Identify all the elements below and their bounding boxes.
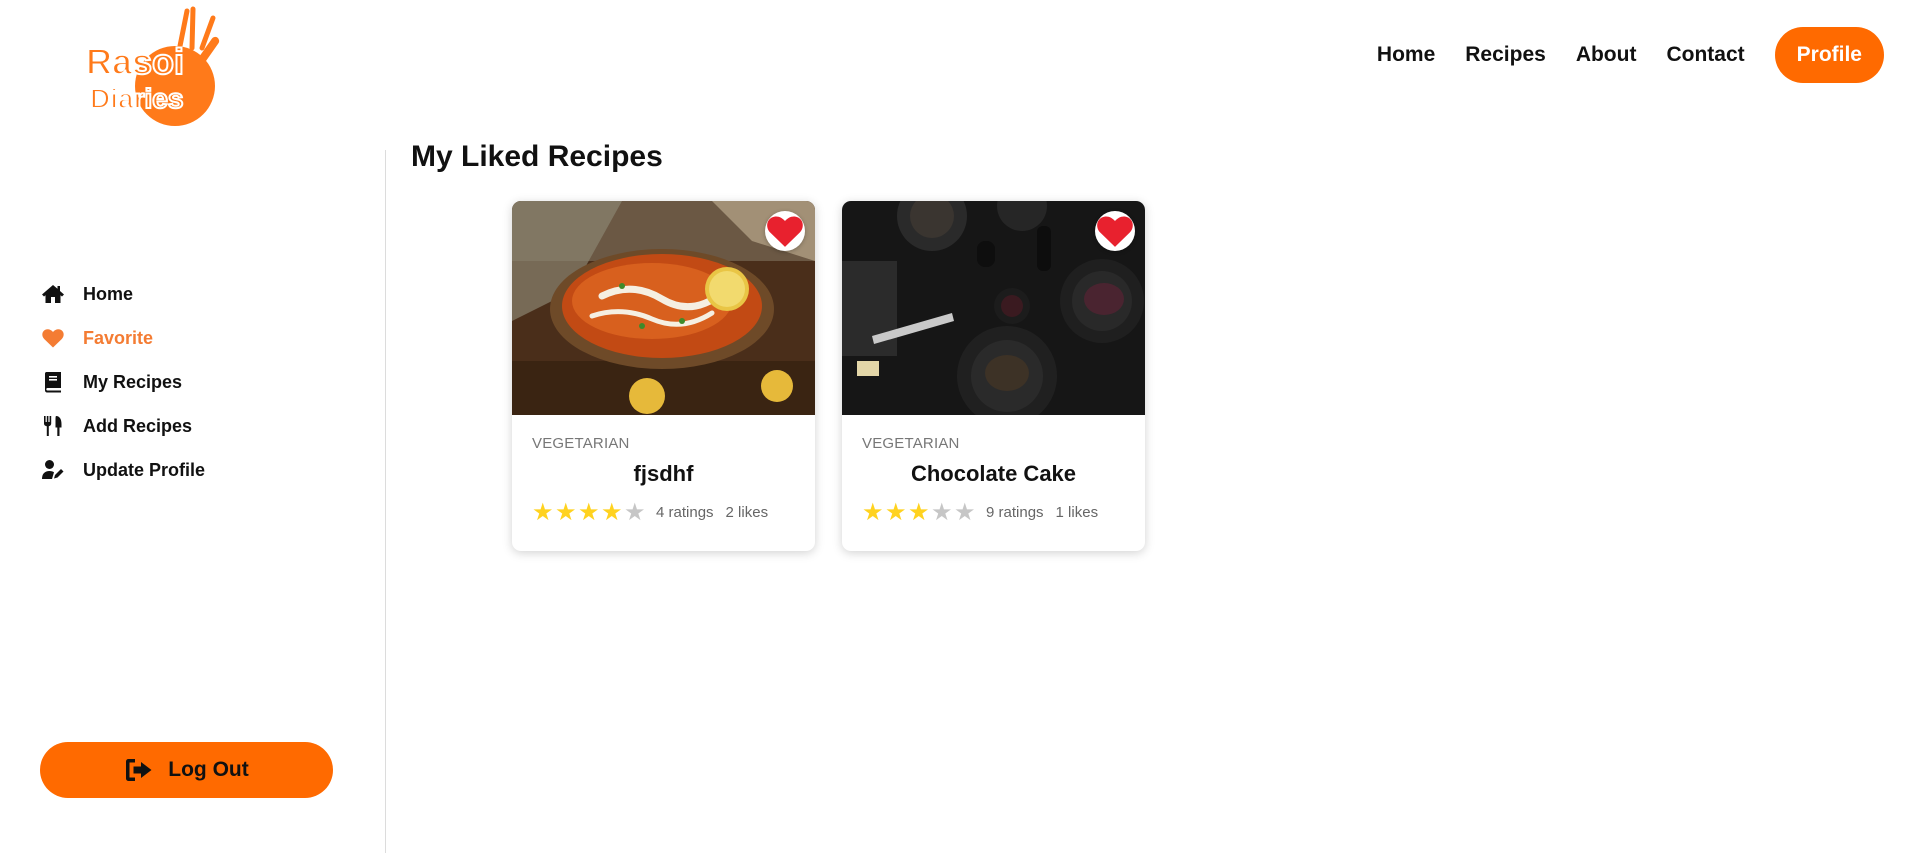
sidebar-item-home[interactable]: Home: [40, 272, 205, 316]
brand-logo[interactable]: Rasoi Diaries: [80, 6, 240, 131]
star-filled-icon: ★: [532, 498, 554, 526]
likes-count: 2 likes: [725, 503, 769, 521]
heart-filled-icon: [767, 216, 803, 247]
book-icon: [40, 369, 66, 395]
heart-filled-icon: [1097, 216, 1133, 247]
nav-home-link[interactable]: Home: [1377, 43, 1435, 67]
likes-count: 1 likes: [1055, 503, 1099, 521]
top-nav: Home Recipes About Contact Profile: [1347, 27, 1884, 83]
star-filled-icon: ★: [908, 498, 930, 526]
recipe-title: fjsdhf: [633, 461, 694, 486]
like-button[interactable]: [1095, 211, 1135, 251]
sidebar-item-my-recipes[interactable]: My Recipes: [40, 360, 205, 404]
logout-label: Log Out: [168, 758, 249, 781]
nav-about-link[interactable]: About: [1576, 43, 1637, 67]
sign-out-icon: [124, 755, 154, 785]
recipe-card-list: VEGETARIAN fjsdhf ★ ★ ★ ★ ★ 4 ratings 2 like…: [512, 201, 1145, 551]
page-title: My Liked Recipes: [411, 140, 663, 173]
star-rating: ★ ★ ★ ★ ★: [862, 500, 977, 524]
star-rating: ★ ★ ★ ★ ★: [532, 500, 647, 524]
utensils-icon: [40, 413, 66, 439]
star-filled-icon: ★: [578, 498, 600, 526]
star-filled-icon: ★: [601, 498, 623, 526]
star-filled-icon: ★: [862, 498, 884, 526]
recipe-card[interactable]: VEGETARIAN fjsdhf ★ ★ ★ ★ ★ 4 ratings 2 like…: [512, 201, 815, 551]
sidebar-item-add-recipes[interactable]: Add Recipes: [40, 404, 205, 448]
recipe-image: [842, 201, 1145, 415]
sidebar-item-label: My Recipes: [83, 371, 183, 392]
recipe-title: Chocolate Cake: [910, 461, 1077, 486]
like-button[interactable]: [765, 211, 805, 251]
nav-contact-link[interactable]: Contact: [1666, 43, 1744, 67]
recipe-image: [512, 201, 815, 415]
star-empty-icon: ★: [954, 498, 976, 526]
sidebar-item-label: Update Profile: [83, 459, 206, 480]
logo-text-line2: Diaries: [90, 83, 183, 114]
star-filled-icon: ★: [555, 498, 577, 526]
heart-icon: [40, 325, 66, 351]
sidebar-item-favorite[interactable]: Favorite: [40, 316, 205, 360]
star-filled-icon: ★: [885, 498, 907, 526]
sidebar-item-label: Add Recipes: [83, 415, 193, 436]
sidebar: Home Favorite My Recipes Add Recipes Upd…: [0, 150, 386, 853]
brand-logo-graphic: Rasoi Diaries: [85, 6, 220, 126]
home-icon: [40, 281, 66, 307]
sidebar-item-label: Home: [83, 283, 134, 304]
nav-recipes-link[interactable]: Recipes: [1465, 43, 1546, 67]
ratings-count: 9 ratings: [986, 503, 1044, 521]
user-edit-icon: [40, 457, 66, 483]
star-empty-icon: ★: [624, 498, 646, 526]
sidebar-item-label: Favorite: [83, 327, 154, 348]
ratings-count: 4 ratings: [656, 503, 714, 521]
recipe-card[interactable]: VEGETARIAN Chocolate Cake ★ ★ ★ ★ ★ 9 rating…: [842, 201, 1145, 551]
recipe-category: VEGETARIAN: [532, 435, 630, 452]
logout-button[interactable]: Log Out: [40, 742, 333, 798]
sidebar-menu: Home Favorite My Recipes Add Recipes Upd…: [40, 272, 205, 492]
recipe-category: VEGETARIAN: [862, 435, 960, 452]
sidebar-item-update-profile[interactable]: Update Profile: [40, 448, 205, 492]
logo-text-line1: Rasoi: [86, 41, 184, 82]
profile-button[interactable]: Profile: [1774, 27, 1884, 83]
star-empty-icon: ★: [931, 498, 953, 526]
